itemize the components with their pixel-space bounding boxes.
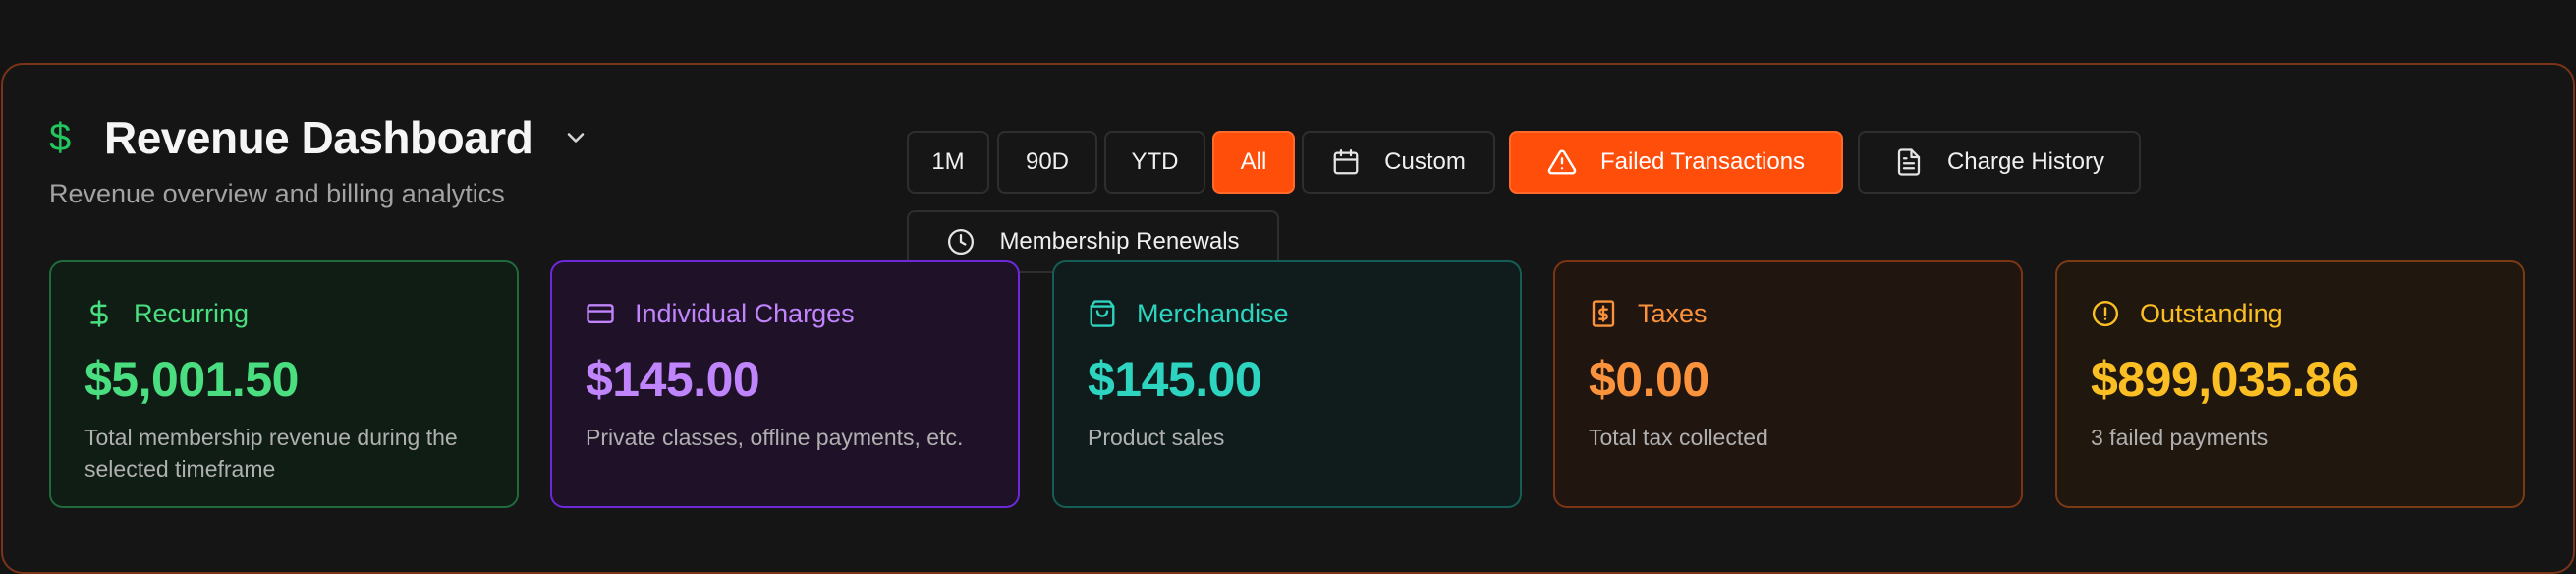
range-label: YTD	[1131, 148, 1179, 175]
dollar-icon	[84, 299, 114, 328]
card-value: $145.00	[1088, 352, 1262, 407]
chevron-down-icon[interactable]	[562, 122, 593, 153]
custom-range-button[interactable]: Custom	[1302, 131, 1495, 194]
card-description: Private classes, offline payments, etc.	[586, 425, 964, 450]
calendar-icon	[1331, 147, 1361, 177]
range-label: All	[1240, 148, 1267, 175]
document-icon	[1894, 147, 1924, 177]
range-all-button[interactable]: All	[1212, 131, 1295, 194]
page-header: $ Revenue Dashboard Revenue overview and…	[49, 108, 593, 209]
range-label: 90D	[1025, 148, 1070, 175]
custom-label: Custom	[1384, 148, 1466, 175]
recurring-card: Recurring $5,001.50 Total membership rev…	[49, 260, 519, 508]
range-1m-button[interactable]: 1M	[907, 131, 989, 194]
card-label: Individual Charges	[635, 298, 855, 328]
card-value: $145.00	[586, 352, 760, 407]
card-label: Taxes	[1638, 298, 1708, 328]
outstanding-card: Outstanding $899,035.86 3 failed payment…	[2055, 260, 2525, 508]
credit-card-icon	[586, 299, 615, 328]
warning-triangle-icon	[1547, 147, 1577, 177]
range-ytd-button[interactable]: YTD	[1104, 131, 1205, 194]
failed-label: Failed Transactions	[1599, 148, 1806, 175]
charge-history-button[interactable]: Charge History	[1858, 131, 2141, 194]
card-description: Total membership revenue during the sele…	[84, 425, 458, 482]
card-description: Product sales	[1088, 425, 1225, 450]
range-label: 1M	[931, 148, 965, 175]
page-title: Revenue Dashboard	[104, 112, 533, 163]
merchandise-card: Merchandise $145.00 Product sales	[1052, 260, 1522, 508]
clock-icon	[946, 227, 976, 257]
individual-charges-card: Individual Charges $145.00 Private class…	[550, 260, 1020, 508]
card-value: $5,001.50	[84, 352, 299, 407]
card-value: $0.00	[1589, 352, 1709, 407]
range-90d-button[interactable]: 90D	[997, 131, 1097, 194]
alert-circle-icon	[2091, 299, 2120, 328]
card-description: 3 failed payments	[2091, 425, 2268, 450]
card-value: $899,035.86	[2091, 352, 2359, 407]
receipt-icon	[1589, 299, 1618, 328]
dollar-icon: $	[49, 115, 72, 159]
card-label: Merchandise	[1137, 298, 1289, 328]
page-subtitle: Revenue overview and billing analytics	[49, 179, 505, 208]
renewals-label: Membership Renewals	[999, 228, 1240, 255]
card-description: Total tax collected	[1589, 425, 1768, 450]
shopping-bag-icon	[1088, 299, 1117, 328]
card-label: Recurring	[134, 298, 250, 328]
failed-transactions-button[interactable]: Failed Transactions	[1509, 131, 1843, 194]
taxes-card: Taxes $0.00 Total tax collected	[1553, 260, 2023, 508]
card-label: Outstanding	[2140, 298, 2283, 328]
history-label: Charge History	[1946, 148, 2105, 175]
